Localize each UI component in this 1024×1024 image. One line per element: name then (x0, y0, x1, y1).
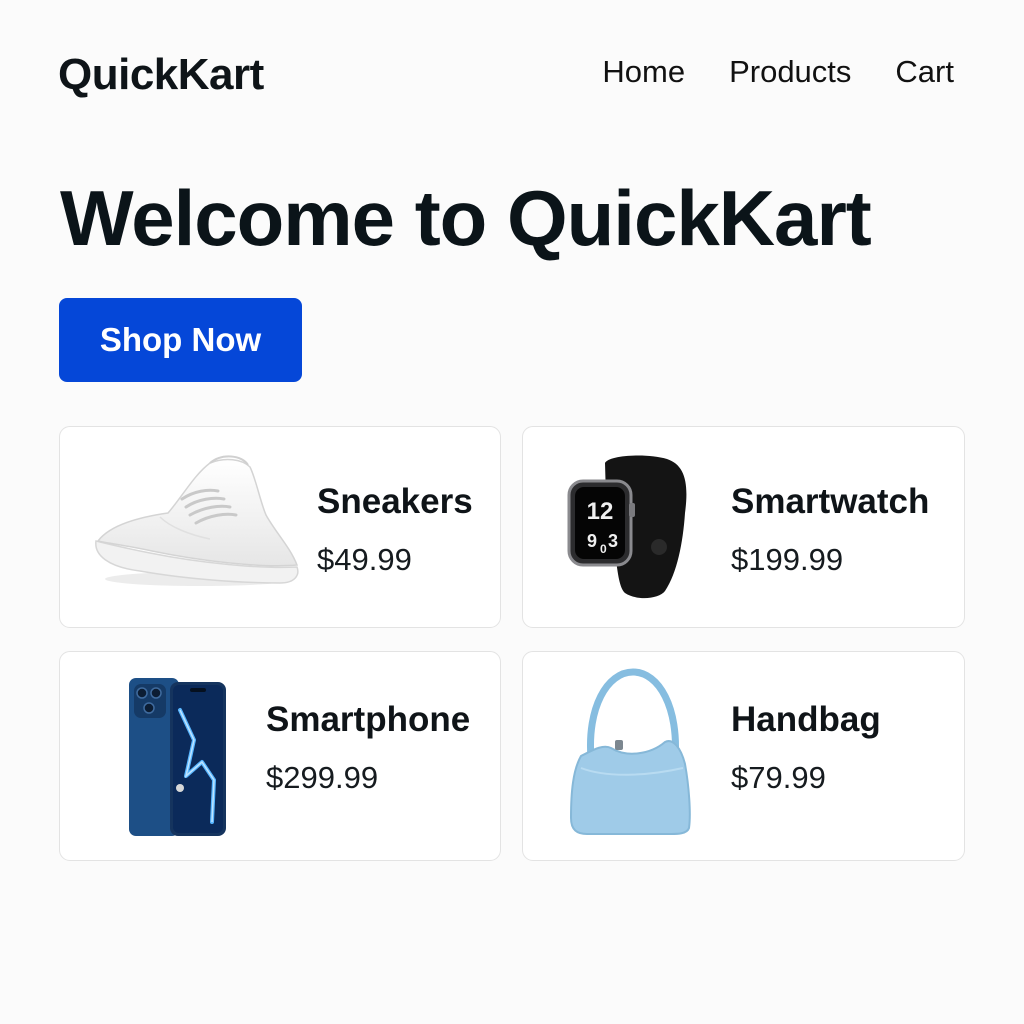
product-price: $49.99 (317, 542, 412, 577)
product-name: Sneakers (317, 482, 473, 521)
smartphone-image (129, 678, 226, 836)
shop-now-button[interactable]: Shop Now (59, 298, 302, 382)
svg-text:0: 0 (600, 542, 607, 556)
hero-title: Welcome to QuickKart (60, 174, 872, 262)
product-name: Smartphone (266, 700, 471, 739)
product-name: Smartwatch (731, 482, 930, 521)
product-price: $299.99 (266, 760, 379, 795)
site-logo[interactable]: QuickKart (58, 50, 264, 100)
smartwatch-image: 12 9 0 3 (567, 455, 687, 599)
handbag-image (569, 668, 691, 835)
product-card-handbag[interactable]: Handbag $79.99 (522, 651, 965, 861)
product-name: Handbag (731, 700, 881, 739)
product-card-smartphone[interactable]: Smartphone $299.99 (59, 651, 501, 861)
svg-text:9: 9 (587, 531, 597, 551)
product-card-smartwatch[interactable]: 12 9 0 3 Smartwatch $199.99 (522, 426, 965, 628)
nav-cart[interactable]: Cart (895, 52, 954, 92)
page: QuickKart Home Products Cart Welcome to … (0, 0, 1024, 1024)
product-card-sneakers[interactable]: Sneakers $49.99 (59, 426, 501, 628)
svg-text:12: 12 (587, 498, 614, 525)
main-nav: Home Products Cart (602, 52, 954, 92)
nav-products[interactable]: Products (729, 52, 851, 92)
product-price: $79.99 (731, 760, 826, 795)
sneaker-image (95, 455, 299, 586)
nav-home[interactable]: Home (602, 52, 685, 92)
svg-text:3: 3 (608, 531, 618, 551)
product-price: $199.99 (731, 542, 844, 577)
